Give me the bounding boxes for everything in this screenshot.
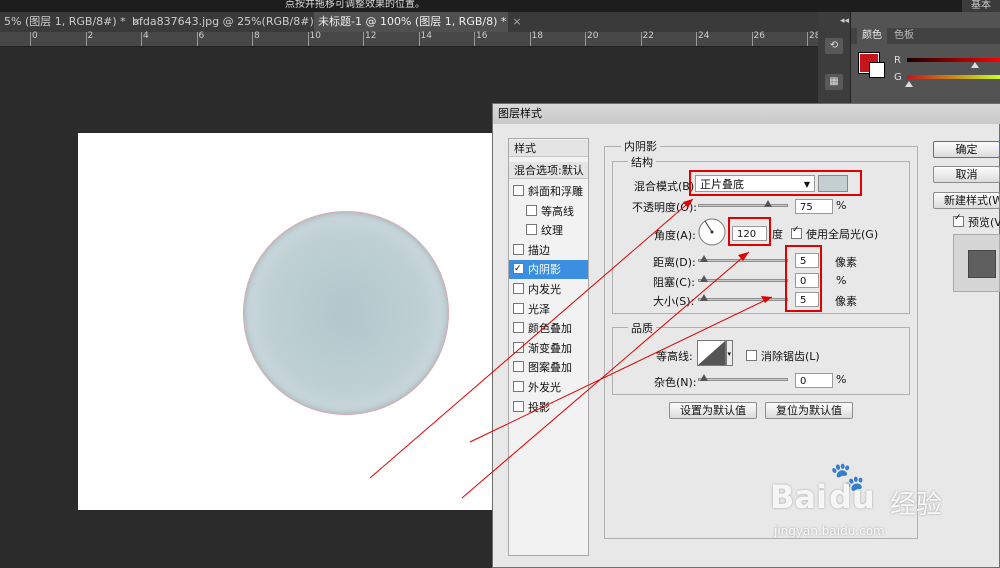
arrow-line-2	[469, 296, 773, 443]
arrow-line-1	[369, 198, 694, 479]
watermark-url: jingyan.baidu.com	[774, 524, 885, 538]
arrow-line-3	[461, 251, 750, 499]
baidu-watermark: 🐾 Baidu 经验 jingyan.baidu.com	[770, 460, 970, 550]
watermark-brand: Baidu	[770, 478, 875, 516]
watermark-cn: 经验	[890, 490, 943, 520]
